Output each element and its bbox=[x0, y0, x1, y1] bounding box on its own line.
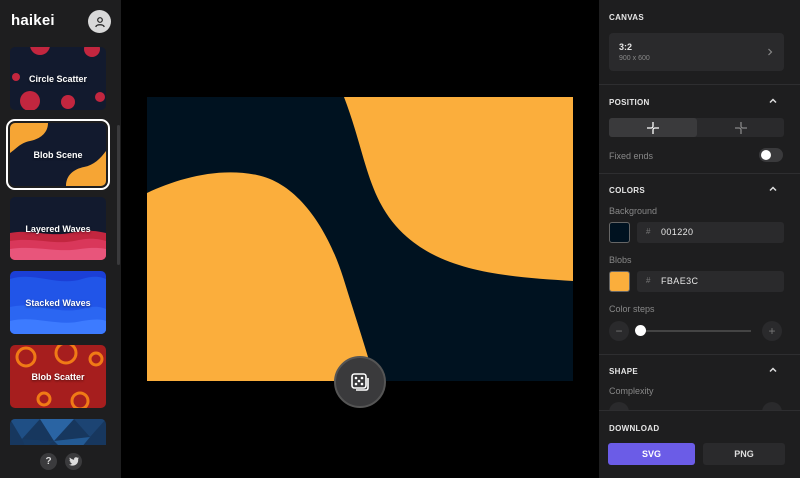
color-steps-increase-button[interactable]: + bbox=[762, 321, 782, 341]
position-section-title: POSITION bbox=[609, 98, 650, 107]
download-png-button[interactable]: PNG bbox=[703, 443, 785, 465]
background-hex-value: 001220 bbox=[661, 227, 694, 237]
randomize-button[interactable] bbox=[334, 356, 386, 408]
generator-layered-waves[interactable]: Layered Waves bbox=[10, 197, 106, 260]
blobs-color-swatch[interactable] bbox=[609, 271, 630, 292]
chevron-up-icon[interactable] bbox=[767, 95, 779, 107]
user-icon bbox=[94, 16, 105, 27]
chevron-up-icon[interactable] bbox=[767, 364, 779, 376]
download-svg-button[interactable]: SVG bbox=[608, 443, 695, 465]
color-steps-label: Color steps bbox=[609, 304, 655, 314]
color-steps-slider[interactable] bbox=[637, 330, 751, 332]
divider bbox=[599, 173, 800, 174]
generator-label: Stacked Waves bbox=[25, 297, 91, 308]
twitter-icon[interactable] bbox=[65, 453, 82, 470]
background-hex-input[interactable]: # 001220 bbox=[637, 222, 784, 243]
sidebar-footer: ? bbox=[40, 453, 82, 470]
blobs-color-label: Blobs bbox=[609, 255, 632, 265]
generator-stacked-waves[interactable]: Stacked Waves bbox=[10, 271, 106, 334]
generator-blob-scene[interactable]: Blob Scene bbox=[6, 119, 110, 190]
background-color-swatch[interactable] bbox=[609, 222, 630, 243]
canvas-section-title: CANVAS bbox=[609, 13, 644, 22]
position-toggle bbox=[609, 118, 784, 137]
generator-low-poly[interactable] bbox=[10, 419, 106, 445]
generator-label: Blob Scatter bbox=[31, 371, 85, 382]
corners-in-icon bbox=[647, 121, 659, 134]
low-poly-preview bbox=[10, 419, 106, 445]
user-account-button[interactable] bbox=[88, 10, 111, 33]
color-steps-slider-handle[interactable] bbox=[635, 325, 646, 336]
chevron-up-icon[interactable] bbox=[767, 183, 779, 195]
hash-icon: # bbox=[646, 276, 651, 285]
hash-icon: # bbox=[646, 227, 651, 236]
toggle-knob bbox=[761, 150, 771, 160]
colors-section-title: COLORS bbox=[609, 186, 646, 195]
fixed-ends-toggle[interactable] bbox=[759, 148, 783, 162]
sidebar-scrollbar[interactable] bbox=[117, 125, 120, 265]
color-steps-decrease-button[interactable]: − bbox=[609, 321, 629, 341]
settings-panel: CANVAS 3:2 900 x 600 POSITION Fixed ends… bbox=[599, 0, 800, 478]
canvas-ratio: 3:2 bbox=[619, 42, 633, 52]
chevron-right-icon bbox=[768, 48, 773, 56]
generator-label: Circle Scatter bbox=[28, 73, 88, 84]
twitter-bird-icon bbox=[68, 457, 79, 466]
position-option-inward[interactable] bbox=[609, 118, 697, 137]
background-color-label: Background bbox=[609, 206, 658, 216]
generator-list: Circle Scatter Blob Scene Layered Waves bbox=[0, 47, 121, 445]
divider bbox=[599, 84, 800, 85]
corners-out-icon bbox=[734, 121, 747, 134]
canvas-area bbox=[121, 0, 599, 478]
generator-label: Blob Scene bbox=[33, 149, 83, 160]
generator-circle-scatter[interactable]: Circle Scatter bbox=[10, 47, 106, 110]
blob-scene-artwork[interactable] bbox=[147, 97, 573, 381]
download-section-title: DOWNLOAD bbox=[609, 424, 660, 433]
complexity-label: Complexity bbox=[609, 386, 654, 396]
position-option-outward[interactable] bbox=[697, 118, 784, 137]
sidebar: haikei Circle Scatter Blob Scene Layered… bbox=[0, 0, 121, 478]
generator-blob-scatter[interactable]: Blob Scatter bbox=[10, 345, 106, 408]
shape-section-title: SHAPE bbox=[609, 367, 639, 376]
canvas-dimensions: 900 x 600 bbox=[619, 55, 650, 62]
blobs-hex-input[interactable]: # FBAE3C bbox=[637, 271, 784, 292]
fixed-ends-label: Fixed ends bbox=[609, 151, 654, 161]
dice-icon bbox=[351, 373, 369, 391]
canvas-size-selector[interactable]: 3:2 900 x 600 bbox=[609, 33, 784, 71]
generator-label: Layered Waves bbox=[25, 223, 91, 234]
app-logo[interactable]: haikei bbox=[11, 12, 55, 29]
blobs-hex-value: FBAE3C bbox=[661, 276, 699, 286]
help-icon[interactable]: ? bbox=[40, 453, 57, 470]
divider bbox=[599, 354, 800, 355]
